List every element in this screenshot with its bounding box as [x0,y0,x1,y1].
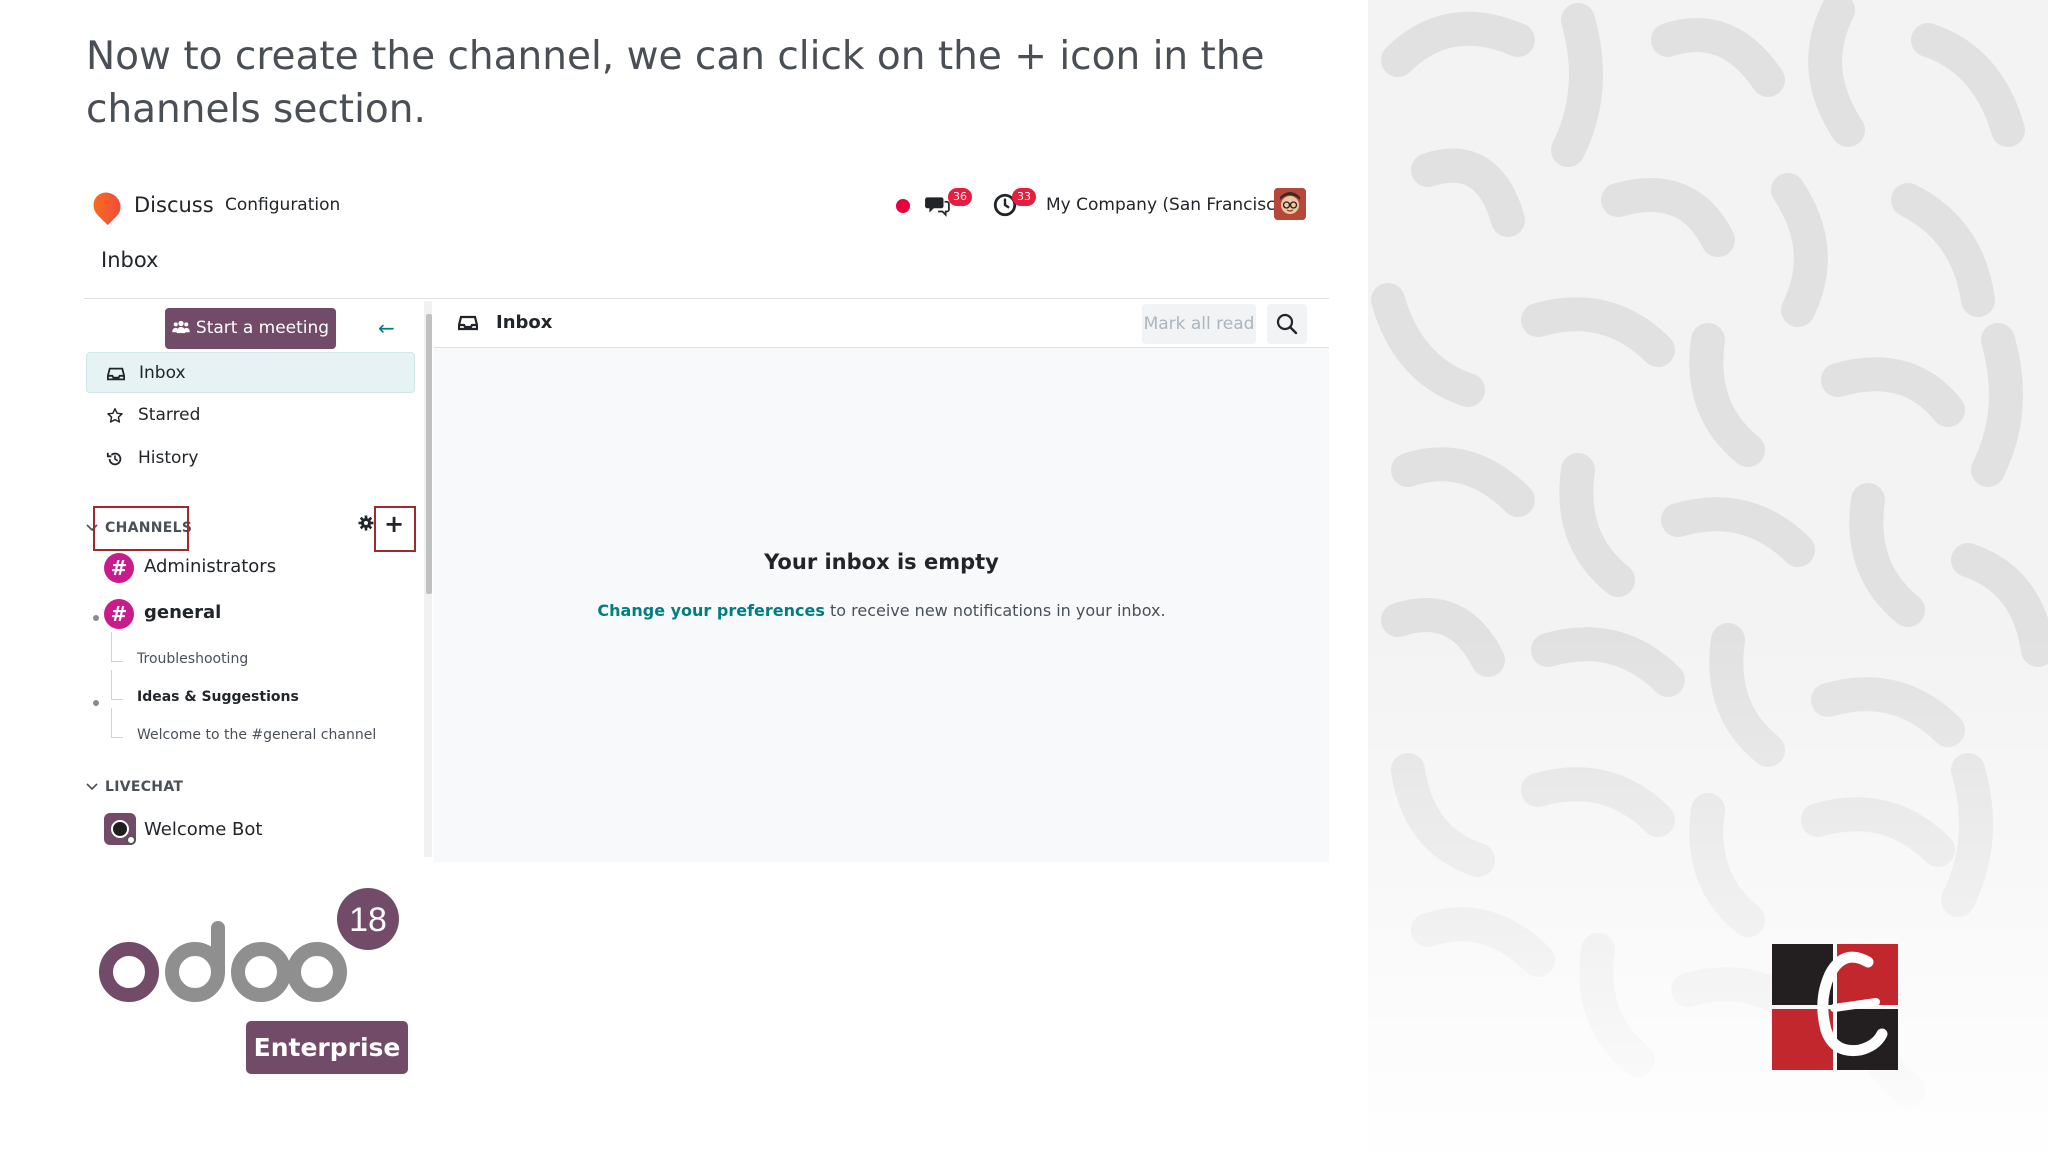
sidebar-item-label: Starred [138,405,201,425]
channel-item-general[interactable]: # general [104,596,414,632]
app-name[interactable]: Discuss [134,193,214,217]
inbox-main-panel [434,299,1329,862]
livechat-section-header[interactable]: LIVECHAT [84,773,424,803]
company-switcher[interactable]: My Company (San Francisco) [1046,195,1292,215]
messages-icon[interactable] [924,192,950,218]
search-button[interactable] [1267,304,1307,344]
channel-hash-icon: # [104,553,134,583]
thread-label: Ideas & Suggestions [137,689,299,705]
sidebar-scrollbar-thumb[interactable] [426,314,432,594]
thread-label: Welcome to the #general channel [137,727,377,743]
user-avatar[interactable] [1274,188,1306,220]
gear-icon[interactable] [358,515,374,531]
company-logo [1772,944,1898,1070]
star-icon [107,408,123,423]
sidebar-item-starred[interactable]: Starred [86,395,415,436]
livechat-item-label[interactable]: Welcome Bot [144,819,262,840]
start-meeting-button[interactable]: Start a meeting [165,308,336,349]
tutorial-caption: Now to create the channel, we can click … [86,34,1265,132]
arrow-left-icon[interactable]: ← [378,316,395,340]
inbox-icon [107,367,125,381]
sidebar-item-label: History [138,448,199,468]
channel-label: Administrators [144,556,277,577]
sidebar-item-inbox[interactable]: Inbox [86,352,415,393]
empty-state-message: Change your preferences to receive new n… [434,601,1329,620]
empty-state-title: Your inbox is empty [764,550,999,574]
start-meeting-label: Start a meeting [195,318,330,338]
thread-connector [111,632,112,662]
top-navbar: Discuss Configuration 36 33 My Company (… [84,176,1329,236]
inbox-title: Inbox [496,312,553,333]
unread-indicator [93,700,99,706]
thread-item-welcome-general[interactable]: Welcome to the #general channel [111,708,411,752]
livechat-header-label: LIVECHAT [105,779,184,795]
thread-item-ideas-suggestions[interactable]: Ideas & Suggestions [111,670,411,714]
thread-connector [111,661,123,662]
empty-state-text: to receive new notifications in your inb… [824,601,1166,620]
thread-connector [111,708,112,738]
inbox-icon [458,315,478,331]
status-dot-icon[interactable] [896,199,910,213]
thread-connector [111,670,112,700]
breadcrumb: Inbox [101,248,159,272]
thread-item-troubleshooting[interactable]: Troubleshooting [111,632,411,676]
thread-connector [111,737,123,738]
messages-badge: 36 [948,188,972,206]
add-channel-plus-icon[interactable]: + [384,506,404,542]
enterprise-badge: Enterprise [246,1021,408,1074]
sidebar-item-label: Inbox [139,363,186,383]
odoo-version: 18 [349,901,387,939]
highlight-box-channels [93,506,189,551]
unread-indicator [93,615,99,621]
history-icon [106,452,122,466]
bot-face-icon [111,820,129,838]
channel-hash-icon: # [104,599,134,629]
mark-all-read-button[interactable]: Mark all read [1142,304,1256,344]
discuss-app-icon[interactable] [87,186,127,226]
change-preferences-link[interactable]: Change your preferences [597,601,824,620]
discuss-app-screenshot: Discuss Configuration 36 33 My Company (… [84,176,1329,862]
thread-connector [111,699,123,700]
sidebar-item-history[interactable]: History [86,438,415,479]
search-icon [1276,313,1298,335]
users-icon [172,320,190,334]
menu-configuration[interactable]: Configuration [225,195,340,215]
chevron-down-icon[interactable] [84,779,100,795]
activities-badge: 33 [1012,188,1036,206]
decorative-pattern [1368,0,2048,1152]
thread-label: Troubleshooting [137,651,249,667]
channel-label: general [144,602,222,623]
bot-status-icon [126,835,136,845]
channel-item-administrators[interactable]: # Administrators [104,550,414,586]
